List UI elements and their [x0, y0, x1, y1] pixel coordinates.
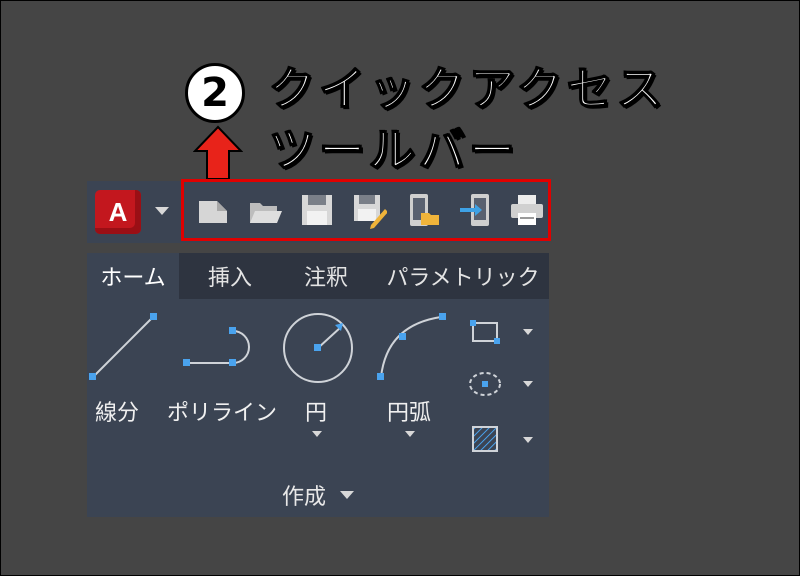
chevron-down-icon[interactable] — [523, 437, 533, 443]
ellipse-icon[interactable] — [467, 369, 503, 399]
arc-icon[interactable] — [373, 309, 453, 385]
chevron-down-icon[interactable] — [340, 491, 354, 499]
callout-label-line1: クイックアクセス — [268, 62, 667, 116]
circle-icon[interactable] — [279, 309, 357, 387]
circle-tool-label[interactable]: 円 — [305, 395, 327, 427]
polyline-icon[interactable] — [179, 319, 259, 373]
chevron-down-icon[interactable] — [523, 381, 533, 387]
tab-home[interactable]: ホーム — [87, 253, 179, 299]
panel-title-label: 作成 — [281, 485, 326, 510]
application-menu-button[interactable]: A — [95, 190, 141, 234]
chevron-down-icon[interactable] — [405, 431, 415, 437]
up-arrow-icon — [193, 125, 243, 180]
tab-parametric[interactable]: パラメトリック — [379, 253, 547, 299]
autocad-logo-letter: A — [108, 196, 128, 227]
tab-insert[interactable]: 挿入 — [187, 253, 273, 299]
line-icon[interactable] — [87, 309, 161, 385]
quick-access-toolbar-highlight — [181, 179, 551, 241]
hatch-icon[interactable] — [467, 421, 503, 457]
tab-annotate[interactable]: 注釈 — [283, 253, 369, 299]
rectangle-icon[interactable] — [467, 317, 503, 347]
chevron-down-icon[interactable] — [312, 431, 322, 437]
callout-label-line2: ツールバー — [268, 123, 519, 177]
panel-title-draw[interactable]: 作成 — [87, 479, 549, 511]
arc-tool-label[interactable]: 円弧 — [387, 395, 431, 427]
chevron-down-icon[interactable] — [523, 329, 533, 335]
step-number-badge: 2 — [185, 63, 245, 123]
line-tool-label[interactable]: 線分 — [95, 395, 139, 427]
chevron-down-icon[interactable] — [155, 207, 169, 215]
polyline-tool-label[interactable]: ポリライン — [167, 395, 277, 427]
